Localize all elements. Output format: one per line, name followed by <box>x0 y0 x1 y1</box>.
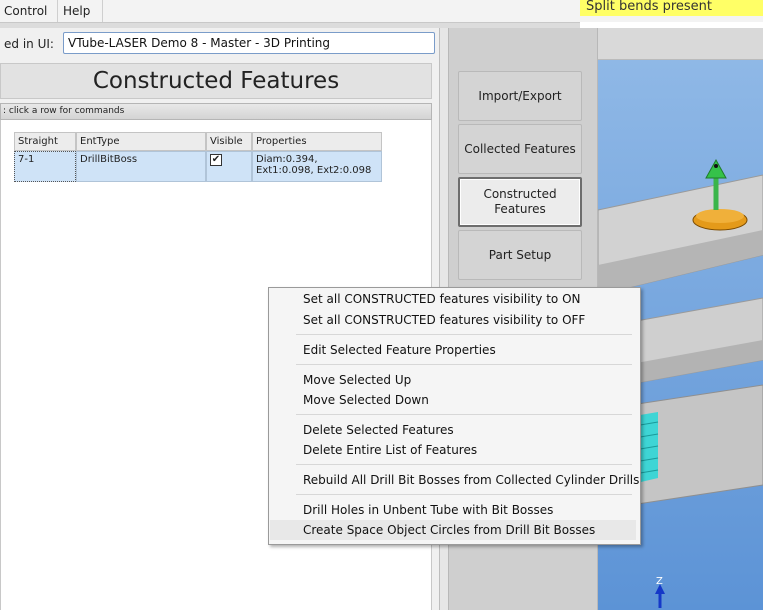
column-header-enttype[interactable]: EntType <box>76 132 206 151</box>
menu-item-delete-selected[interactable]: Delete Selected Features <box>303 420 454 440</box>
viewport-header <box>598 28 763 60</box>
collected-features-button[interactable]: Collected Features <box>458 124 582 174</box>
cell-straight[interactable]: 7-1 <box>14 151 76 182</box>
menu-item-visibility-off[interactable]: Set all CONSTRUCTED features visibility … <box>303 310 585 330</box>
column-header-visible[interactable]: Visible <box>206 132 252 151</box>
menu-item-rebuild-bosses[interactable]: Rebuild All Drill Bit Bosses from Collec… <box>303 470 639 490</box>
split-bends-warning: Split bends present <box>580 0 763 16</box>
project-name-field[interactable]: VTube-LASER Demo 8 - Master - 3D Printin… <box>63 32 435 54</box>
column-header-straight[interactable]: Straight <box>14 132 76 151</box>
visible-checkbox[interactable]: ✔ <box>210 154 222 166</box>
constructed-features-button[interactable]: Constructed Features <box>458 177 582 227</box>
cell-enttype[interactable]: DrillBitBoss <box>76 151 206 182</box>
z-axis-label: Z <box>656 576 663 587</box>
menu-help[interactable]: Help <box>59 0 103 22</box>
menu-control[interactable]: Control <box>0 0 58 22</box>
project-name-label: ed in UI: <box>4 37 54 51</box>
menu-separator <box>296 494 632 495</box>
panel-title: Constructed Features <box>0 63 432 99</box>
column-header-properties[interactable]: Properties <box>252 132 382 151</box>
cell-visible[interactable]: ✔ <box>206 151 252 182</box>
arrow-tip-dot <box>714 164 718 168</box>
menu-item-drill-holes[interactable]: Drill Holes in Unbent Tube with Bit Boss… <box>303 500 553 520</box>
menu-item-create-circles[interactable]: Create Space Object Circles from Drill B… <box>303 520 595 540</box>
import-export-button[interactable]: Import/Export <box>458 71 582 121</box>
normal-arrow-head <box>705 158 727 179</box>
menu-item-move-up[interactable]: Move Selected Up <box>303 370 411 390</box>
menu-separator <box>296 414 632 415</box>
menu-separator <box>296 364 632 365</box>
grid-hint-bar: : click a row for commands <box>0 103 432 120</box>
menu-item-move-down[interactable]: Move Selected Down <box>303 390 429 410</box>
part-setup-button[interactable]: Part Setup <box>458 230 582 280</box>
menu-separator <box>296 334 632 335</box>
menu-item-delete-all[interactable]: Delete Entire List of Features <box>303 440 477 460</box>
cell-properties[interactable]: Diam:0.394, Ext1:0.098, Ext2:0.098 <box>252 151 382 182</box>
drill-bit-boss-top <box>696 209 744 223</box>
menu-separator <box>296 464 632 465</box>
menu-item-edit-properties[interactable]: Edit Selected Feature Properties <box>303 340 496 360</box>
menu-item-visibility-on[interactable]: Set all CONSTRUCTED features visibility … <box>303 289 581 309</box>
